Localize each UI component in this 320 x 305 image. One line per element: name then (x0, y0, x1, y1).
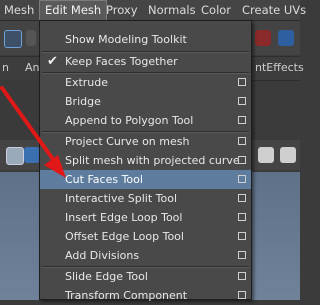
menu-item-show-modeling-toolkit[interactable]: Show Modeling Toolkit (40, 30, 251, 49)
menu-create-uvs[interactable]: Create UVs (242, 0, 306, 20)
option-box-icon[interactable] (238, 291, 246, 299)
option-box-icon[interactable] (238, 251, 246, 259)
left-panel (0, 80, 42, 140)
menu-edit-mesh[interactable]: Edit Mesh (39, 0, 108, 21)
option-box-icon[interactable] (238, 194, 246, 202)
select-mode-icon[interactable] (4, 30, 22, 48)
main-menubar: Mesh Edit Mesh Proxy Normals Color Creat… (0, 0, 306, 21)
menu-item-offset-edge-loop-tool[interactable]: Offset Edge Loop Tool (40, 227, 251, 246)
option-box-icon[interactable] (238, 213, 246, 221)
menu-item-transform-component[interactable]: Transform Component (40, 286, 251, 305)
cube-icon[interactable] (258, 147, 274, 163)
menu-item-append-to-polygon-tool[interactable]: Append to Polygon Tool (40, 111, 251, 130)
option-box-icon[interactable] (238, 175, 246, 183)
edit-mesh-dropdown: Show Modeling Toolkit ✔ Keep Faces Toget… (39, 20, 252, 302)
menu-item-label: Cut Faces Tool (65, 173, 143, 186)
option-box-icon[interactable] (238, 116, 246, 124)
option-box-icon[interactable] (238, 156, 246, 164)
option-box-icon[interactable] (238, 272, 246, 280)
menu-item-label: Append to Polygon Tool (65, 114, 194, 127)
toolbar-icon[interactable] (26, 30, 36, 46)
menu-item-project-curve-on-mesh[interactable]: Project Curve on mesh (40, 132, 251, 151)
menu-color[interactable]: Color (201, 0, 231, 20)
menu-item-label: Add Divisions (65, 249, 140, 262)
snap-curve-icon[interactable] (278, 30, 294, 46)
menu-item-cut-faces-tool[interactable]: Cut Faces Tool (40, 170, 251, 189)
menu-item-label: Keep Faces Together (65, 55, 178, 68)
shaded-cube-icon[interactable] (24, 147, 40, 163)
snap-magnet-icon[interactable] (255, 30, 271, 46)
option-box-icon[interactable] (238, 78, 246, 86)
menu-item-label: Interactive Split Tool (65, 192, 178, 205)
option-box-icon[interactable] (238, 137, 246, 145)
menu-item-label: Show Modeling Toolkit (65, 33, 187, 46)
menu-item-bridge[interactable]: Bridge (40, 92, 251, 111)
menu-item-label: Transform Component (65, 289, 188, 302)
option-box-icon[interactable] (238, 97, 246, 105)
menu-item-label: Split mesh with projected curve (65, 154, 240, 167)
menu-proxy[interactable]: Proxy (106, 0, 138, 20)
menu-item-keep-faces-together[interactable]: ✔ Keep Faces Together (40, 52, 251, 71)
menu-normals[interactable]: Normals (148, 0, 196, 20)
option-box-icon[interactable] (238, 232, 246, 240)
cube-icon[interactable] (6, 147, 24, 165)
shelf-tab-partial[interactable]: An (25, 61, 40, 74)
shelf-tab-partial[interactable]: n (2, 61, 9, 74)
menu-item-label: Offset Edge Loop Tool (65, 230, 184, 243)
menu-item-label: Project Curve on mesh (65, 135, 190, 148)
menu-item-label: Slide Edge Tool (65, 270, 148, 283)
menu-item-interactive-split-tool[interactable]: Interactive Split Tool (40, 189, 251, 208)
menu-item-add-divisions[interactable]: Add Divisions (40, 246, 251, 265)
menu-mesh[interactable]: Mesh (4, 0, 34, 20)
menu-item-split-mesh-with-projected-curve[interactable]: Split mesh with projected curve (40, 151, 251, 170)
menu-item-label: Extrude (65, 76, 109, 89)
menu-item-extrude[interactable]: Extrude (40, 73, 251, 92)
menu-item-label: Bridge (65, 95, 101, 108)
menu-item-insert-edge-loop-tool[interactable]: Insert Edge Loop Tool (40, 208, 251, 227)
shelf-tab-partial[interactable]: ntEffects (255, 61, 304, 74)
cube-icon[interactable] (280, 147, 296, 163)
checkmark-icon: ✔ (47, 54, 58, 69)
menu-item-slide-edge-tool[interactable]: Slide Edge Tool (40, 267, 251, 286)
menu-item-label: Insert Edge Loop Tool (65, 211, 183, 224)
